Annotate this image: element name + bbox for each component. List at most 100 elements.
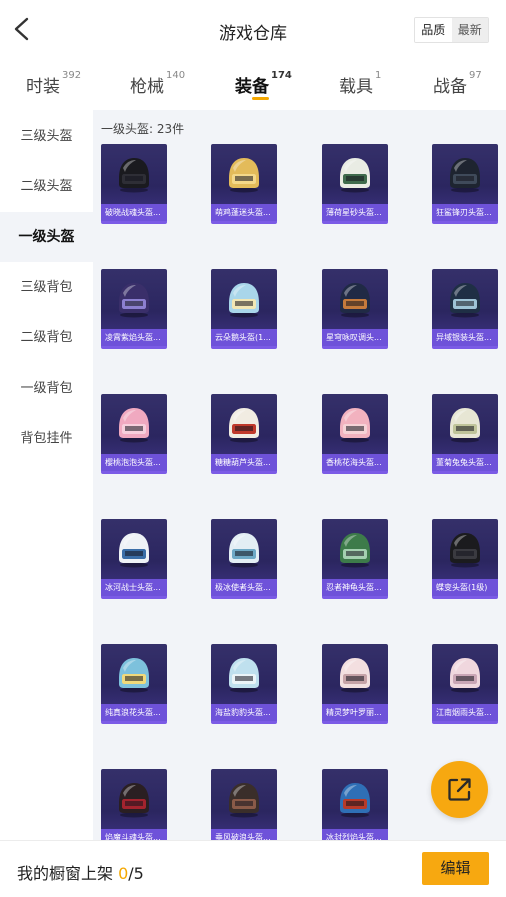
tab-label: 战备 (433, 77, 467, 97)
sort-quality-button[interactable]: 品质 (415, 18, 452, 42)
tab-label: 载具 (339, 77, 373, 97)
item-card[interactable]: 凌霄紫焰头盔... (101, 269, 167, 349)
sidebar-item-backpack-charm[interactable]: 背包挂件 (0, 414, 93, 464)
tab-count: 392 (62, 70, 82, 81)
item-name: 焰魔斗魂头盔... (101, 829, 167, 840)
item-card[interactable]: 冰河战士头盔... (101, 519, 167, 599)
helmet-icon (450, 408, 480, 443)
item-count-label: 一级头盔: 23件 (101, 122, 185, 136)
item-card[interactable]: 萌鸡蓬迷头盔... (211, 144, 277, 224)
tab-vehicles[interactable]: 载具1 (339, 70, 382, 97)
tab-label: 枪械 (130, 77, 164, 97)
item-name: 江南烟雨头盔... (432, 704, 498, 721)
tab-count: 1 (375, 70, 382, 81)
tab-label: 装备 (235, 77, 269, 97)
item-name: 狂鲨锋刃头盔... (432, 204, 498, 221)
helmet-icon (119, 533, 149, 568)
item-card[interactable]: 薄荷星砂头盔... (322, 144, 388, 224)
item-name: 董菊兔兔头盔... (432, 454, 498, 471)
sidebar-item-level2-helmet[interactable]: 二级头盔 (0, 162, 93, 212)
item-card[interactable]: 糖糖葫芦头盔... (211, 394, 277, 474)
item-card[interactable]: 董菊兔兔头盔... (432, 394, 498, 474)
sidebar-item-level3-backpack[interactable]: 三级背包 (0, 263, 93, 313)
item-name: 纯真浪花头盔... (101, 704, 167, 721)
item-name: 忍者神龟头盔... (322, 579, 388, 596)
sidebar-item-level1-backpack[interactable]: 一级背包 (0, 364, 93, 414)
item-card[interactable]: 樱桃泡泡头盔... (101, 394, 167, 474)
item-name: 凌霄紫焰头盔... (101, 329, 167, 346)
item-name: 海盐豹豹头盔... (211, 704, 277, 721)
item-card[interactable]: 焰魔斗魂头盔... (101, 769, 167, 840)
item-name: 冰河战士头盔... (101, 579, 167, 596)
item-name: 星穹咏叹调头... (322, 329, 388, 346)
helmet-icon (229, 658, 259, 693)
item-card[interactable]: 异域银装头盔... (432, 269, 498, 349)
helmet-icon (450, 658, 480, 693)
item-card[interactable]: 忍者神龟头盔... (322, 519, 388, 599)
item-grid-panel: 一级头盔: 23件 破晓战魂头盔... 萌鸡蓬迷头盔... 薄荷星砂头盔... 狂鲨锋… (93, 110, 506, 840)
active-tab-indicator (252, 97, 269, 100)
item-card[interactable]: 星穹咏叹调头... (322, 269, 388, 349)
sort-toggle: 品质 最新 (414, 17, 489, 43)
showcase-shelved-count: 0 (118, 864, 129, 883)
item-card[interactable]: 垂风破浪头盔... (211, 769, 277, 840)
item-name: 极冰使者头盔... (211, 579, 277, 596)
item-name: 异域银装头盔... (432, 329, 498, 346)
showcase-footer: 我的橱窗上架 0/5 编辑 (0, 840, 506, 897)
tab-supplies[interactable]: 战备97 (433, 70, 482, 97)
tab-firearms[interactable]: 枪械140 (130, 70, 186, 97)
item-card[interactable]: 纯真浪花头盔... (101, 644, 167, 724)
tab-equipment[interactable]: 装备174 (235, 70, 292, 97)
item-card[interactable]: 冰封烈焰头盔... (322, 769, 388, 840)
item-name: 精灵梦叶罗丽... (322, 704, 388, 721)
game-warehouse-page: 游戏仓库 品质 最新 时装392 枪械140 装备174 载具1 战备97 三级… (0, 0, 506, 897)
item-card[interactable]: 精灵梦叶罗丽... (322, 644, 388, 724)
helmet-icon (340, 158, 370, 193)
helmet-icon (229, 408, 259, 443)
item-name: 垂风破浪头盔... (211, 829, 277, 840)
showcase-total: /5 (128, 864, 144, 883)
sidebar-item-level3-helmet[interactable]: 三级头盔 (0, 112, 93, 162)
item-card[interactable]: 江南烟雨头盔... (432, 644, 498, 724)
helmet-icon (450, 533, 480, 568)
tab-fashion[interactable]: 时装392 (26, 70, 82, 97)
helmet-icon (340, 658, 370, 693)
share-button[interactable] (431, 761, 488, 818)
helmet-icon (119, 408, 149, 443)
tab-label: 时装 (26, 77, 60, 97)
category-tabs: 时装392 枪械140 装备174 载具1 战备97 (0, 60, 506, 110)
helmet-icon (340, 783, 370, 818)
helmet-icon (229, 283, 259, 318)
showcase-status: 我的橱窗上架 0/5 (17, 860, 144, 884)
edit-button[interactable]: 编辑 (422, 852, 489, 885)
helmet-icon (340, 408, 370, 443)
item-card[interactable]: 云朵鹅头盔(1... (211, 269, 277, 349)
helmet-icon (119, 283, 149, 318)
tab-count: 174 (271, 70, 292, 81)
item-name: 蝶变头盔(1级) (432, 579, 498, 596)
sidebar-item-level1-helmet[interactable]: 一级头盔 (0, 212, 93, 262)
tab-count: 140 (166, 70, 186, 81)
item-name: 云朵鹅头盔(1... (211, 329, 277, 346)
helmet-icon (119, 783, 149, 818)
item-name: 冰封烈焰头盔... (322, 829, 388, 840)
helmet-icon (229, 158, 259, 193)
helmet-icon (340, 283, 370, 318)
item-card[interactable]: 蝶变头盔(1级) (432, 519, 498, 599)
item-card[interactable]: 海盐豹豹头盔... (211, 644, 277, 724)
item-card[interactable]: 极冰使者头盔... (211, 519, 277, 599)
item-name: 樱桃泡泡头盔... (101, 454, 167, 471)
item-card[interactable]: 破晓战魂头盔... (101, 144, 167, 224)
share-external-icon (448, 778, 471, 801)
item-card[interactable]: 香桃花海头盔... (322, 394, 388, 474)
sidebar: 三级头盔 二级头盔 一级头盔 三级背包 二级背包 一级背包 背包挂件 (0, 110, 93, 840)
header: 游戏仓库 品质 最新 (0, 0, 506, 60)
sidebar-item-level2-backpack[interactable]: 二级背包 (0, 313, 93, 363)
helmet-icon (229, 533, 259, 568)
sort-newest-button[interactable]: 最新 (451, 18, 488, 42)
tab-count: 97 (469, 70, 482, 81)
helmet-icon (119, 158, 149, 193)
item-name: 薄荷星砂头盔... (322, 204, 388, 221)
helmet-icon (450, 283, 480, 318)
item-card[interactable]: 狂鲨锋刃头盔... (432, 144, 498, 224)
